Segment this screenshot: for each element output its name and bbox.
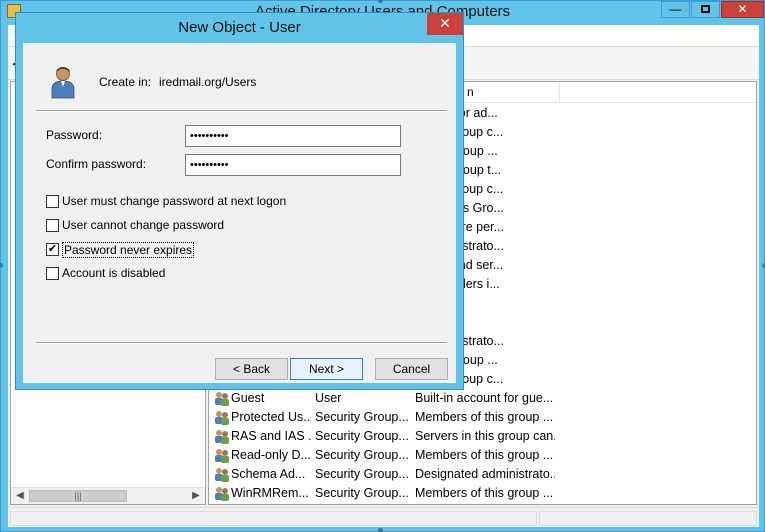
close-icon: ✕: [439, 15, 451, 31]
row-name: Protected Us...: [231, 410, 311, 424]
row-description: Built-in account for gue...: [415, 391, 554, 405]
row-description: Servers in this group can...: [415, 429, 555, 443]
checkbox-label[interactable]: Password never expires: [62, 242, 195, 258]
row-description: Members of this group ...: [415, 448, 554, 462]
password-field[interactable]: ••••••••••: [185, 125, 401, 147]
dialog-close-button[interactable]: ✕: [427, 13, 463, 35]
row-type: Security Group...: [315, 429, 409, 443]
group-icon: [213, 485, 230, 501]
resize-grip[interactable]: [378, 528, 383, 532]
maximize-icon: [701, 5, 710, 13]
back-button[interactable]: < Back: [215, 358, 288, 380]
scroll-thumb[interactable]: |||: [29, 490, 127, 502]
checkbox[interactable]: [46, 195, 59, 208]
checkbox-label[interactable]: User cannot change password: [62, 218, 224, 232]
row-name: Guest: [231, 391, 265, 405]
group-icon: [213, 447, 230, 463]
status-segment: [539, 511, 757, 526]
table-row[interactable]: WinRMRem... Security Group... Members of t…: [209, 484, 756, 503]
checkbox-label[interactable]: Account is disabled: [62, 266, 165, 280]
maximize-button[interactable]: [691, 1, 720, 18]
row-description: Designated administrato...: [415, 467, 555, 481]
table-row[interactable]: Protected Us... Security Group... Members …: [209, 408, 756, 427]
scroll-left-icon[interactable]: ◀: [13, 490, 27, 501]
checkbox[interactable]: [46, 267, 59, 280]
row-description: Members of this group ...: [415, 486, 554, 500]
divider: [36, 342, 447, 344]
group-icon: [213, 428, 230, 444]
scroll-right-icon[interactable]: ▶: [189, 490, 203, 501]
dialog-title: New Object - User: [178, 19, 301, 36]
create-in-label: Create in:: [99, 75, 152, 89]
confirm-password-field[interactable]: ••••••••••: [185, 154, 401, 176]
close-button[interactable]: ✕: [721, 1, 764, 18]
row-type: Security Group...: [315, 486, 409, 500]
row-type: User: [315, 391, 342, 405]
confirm-password-label: Confirm password:: [46, 157, 147, 171]
table-row[interactable]: RAS and IAS ... Security Group... Servers …: [209, 427, 756, 446]
row-description: Members of this group ...: [415, 410, 554, 424]
row-name: WinRMRem...: [231, 486, 309, 500]
row-name: RAS and IAS ...: [231, 429, 311, 443]
row-type: Security Group...: [315, 448, 409, 462]
user-icon: [51, 67, 75, 99]
minimize-icon: —: [669, 2, 682, 16]
new-object-user-dialog: New Object - User ✕ Create in: iredmail.…: [15, 12, 464, 390]
row-name: Schema Ad...: [231, 467, 306, 481]
row-type: Security Group...: [315, 467, 409, 481]
column-separator[interactable]: [559, 82, 560, 103]
row-name: Read-only D...: [231, 448, 311, 462]
divider: [36, 110, 447, 112]
group-icon: [213, 409, 230, 425]
group-icon: [213, 390, 230, 406]
tree-horizontal-scrollbar[interactable]: ◀ ||| ▶: [11, 487, 205, 504]
next-button[interactable]: Next >: [290, 358, 363, 380]
status-segment: [10, 511, 537, 526]
create-in-path: iredmail.org/Users: [159, 75, 257, 89]
minimize-button[interactable]: —: [661, 1, 690, 18]
checkmark-icon[interactable]: ✔: [46, 243, 59, 256]
table-row[interactable]: Read-only D... Security Group... Members o…: [209, 446, 756, 465]
cancel-button[interactable]: Cancel: [375, 358, 448, 380]
password-label: Password:: [46, 128, 103, 142]
column-header-description[interactable]: n: [467, 85, 474, 99]
checkbox[interactable]: [46, 219, 59, 232]
dialog-body: Create in: iredmail.org/Users Password: …: [23, 43, 456, 383]
table-row[interactable]: Guest User Built-in account for gue...: [209, 389, 756, 408]
status-bar: [8, 507, 759, 527]
checkbox-label[interactable]: User must change password at next logon: [62, 194, 286, 208]
close-icon: ✕: [737, 2, 748, 16]
row-type: Security Group...: [315, 410, 409, 424]
table-row[interactable]: Schema Ad... Security Group... Designated …: [209, 465, 756, 484]
group-icon: [213, 466, 230, 482]
